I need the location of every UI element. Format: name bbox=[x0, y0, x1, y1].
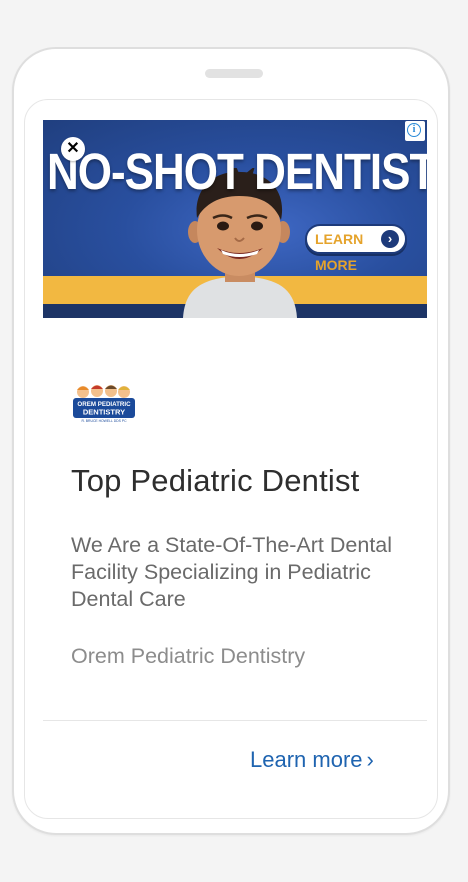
phone-frame: NO-SHOT DENTISTRY LEARN MORE › ✕ i OREM … bbox=[12, 47, 450, 835]
advertiser-name: Orem Pediatric Dentistry bbox=[71, 644, 306, 668]
ad-description: We Are a State-Of-The-Art Dental Facilit… bbox=[71, 533, 393, 611]
banner-headline: NO-SHOT DENTISTRY bbox=[47, 144, 427, 201]
ad-info-button[interactable]: i bbox=[405, 121, 425, 141]
ad-title[interactable]: Top Pediatric Dentist bbox=[71, 463, 431, 499]
ad-banner-image[interactable]: NO-SHOT DENTISTRY LEARN MORE › ✕ i bbox=[43, 120, 427, 318]
logo-line-3: R. BRUCE HOWELL DDS PC bbox=[81, 419, 127, 423]
logo-line-2: DENTISTRY bbox=[83, 408, 125, 417]
chevron-right-icon: › bbox=[381, 230, 399, 248]
learn-more-label: Learn more bbox=[250, 747, 363, 772]
learn-more-link[interactable]: Learn more › bbox=[250, 747, 400, 773]
info-icon: i bbox=[407, 123, 421, 137]
banner-learn-more-button[interactable]: LEARN MORE › bbox=[305, 224, 407, 273]
close-icon[interactable]: ✕ bbox=[61, 137, 85, 161]
phone-speaker bbox=[205, 69, 263, 78]
advertiser-logo: OREM PEDIATRIC DENTISTRY R. BRUCE HOWELL… bbox=[73, 385, 135, 423]
banner-cta-label: LEARN MORE bbox=[315, 231, 364, 273]
ad-card: NO-SHOT DENTISTRY LEARN MORE › ✕ i OREM … bbox=[24, 99, 438, 819]
chevron-right-icon: › bbox=[366, 747, 374, 772]
divider bbox=[43, 720, 427, 721]
